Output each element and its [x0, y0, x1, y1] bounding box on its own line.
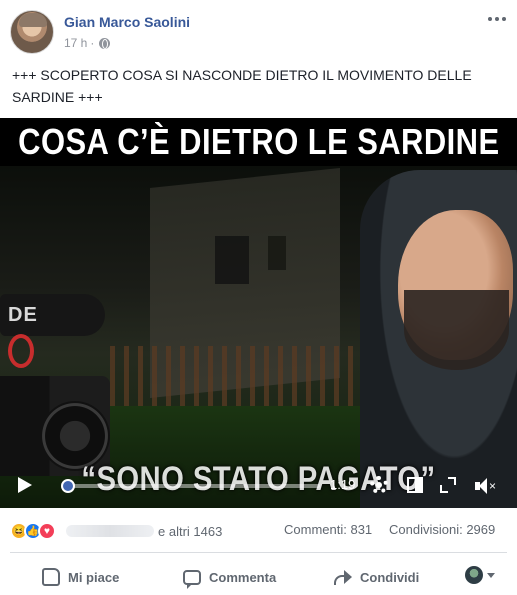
comments-count[interactable]: Commenti: 831 — [284, 522, 372, 537]
post-timestamp[interactable]: 17 h — [64, 36, 87, 50]
progress-bar[interactable] — [61, 479, 320, 493]
chevron-down-icon — [487, 572, 495, 578]
avatar — [465, 566, 483, 584]
like-label: Mi piace — [68, 569, 120, 585]
play-icon[interactable] — [18, 477, 32, 493]
more-icon[interactable] — [488, 16, 508, 22]
video-title-text: COSA C’È DIETRO LE SARDINE — [17, 121, 500, 162]
comment-icon — [183, 569, 201, 589]
comment-button[interactable]: Commenta — [183, 566, 277, 589]
post-meta: 17 h · — [64, 36, 111, 50]
reactor-names-blurred — [66, 525, 154, 537]
gear-icon[interactable] — [370, 476, 388, 494]
mic-brand-text: DE — [8, 304, 38, 326]
fullscreen-icon[interactable] — [440, 477, 456, 493]
divider — [10, 552, 507, 553]
comment-label: Commenta — [209, 569, 277, 585]
profile-selector[interactable] — [465, 566, 495, 584]
video-player[interactable]: DE COSA C’È DIETRO LE SARDINE “SONO STAT… — [0, 118, 517, 508]
mute-icon[interactable]: × — [475, 478, 497, 494]
reaction-others-count[interactable]: e altri 1463 — [158, 524, 222, 539]
share-icon — [334, 569, 352, 585]
shares-count[interactable]: Condivisioni: 2969 — [389, 522, 495, 537]
video-controls: 1:19 × — [0, 464, 517, 508]
video-time: 1:19 — [330, 477, 356, 492]
video-person — [360, 170, 517, 508]
author-avatar[interactable] — [10, 10, 54, 54]
share-button[interactable]: Condividi — [334, 566, 419, 588]
share-label: Condividi — [360, 569, 420, 585]
meta-separator: · — [90, 36, 95, 50]
video-title-banner: COSA C’È DIETRO LE SARDINE — [0, 118, 517, 166]
globe-icon[interactable] — [99, 37, 111, 49]
post-text: +++ SCOPERTO COSA SI NASCONDE DIETRO IL … — [12, 67, 472, 105]
author-name[interactable]: Gian Marco Saolini — [64, 14, 190, 30]
microphone: DE — [0, 294, 105, 336]
thumb-up-icon — [42, 568, 60, 586]
progress-knob[interactable] — [61, 479, 76, 493]
post-card: Gian Marco Saolini 17 h · +++ SCOPERTO C… — [0, 0, 517, 595]
video-frame: DE — [0, 166, 517, 508]
screen-icon[interactable] — [407, 477, 423, 493]
love-icon: ♥ — [38, 522, 56, 540]
like-button[interactable]: Mi piace — [42, 566, 119, 588]
